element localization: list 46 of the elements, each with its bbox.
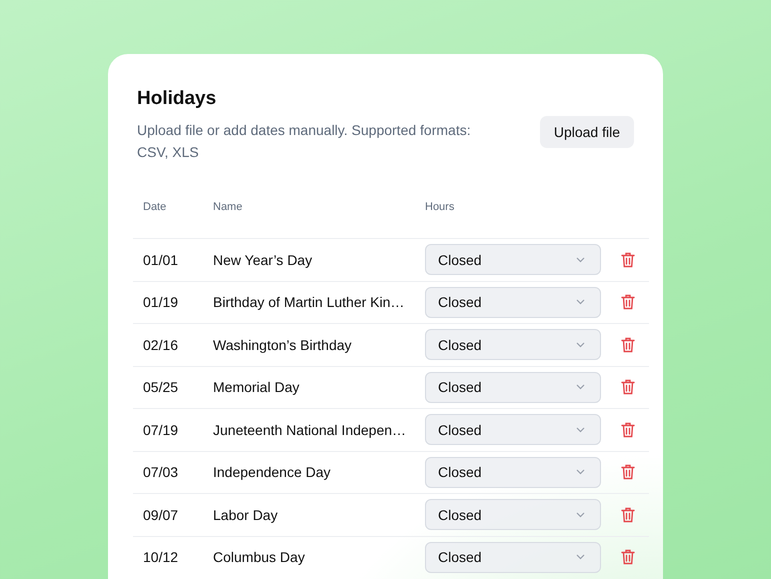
description-text: Upload file or add dates manually. Supported formats: CSV, XLS <box>137 121 472 162</box>
holiday-name-cell-text: Labor Day <box>213 506 279 523</box>
chevron-down-icon <box>576 256 585 263</box>
holiday-name-cell-text: Independence Day <box>213 464 332 480</box>
column-header: Name <box>213 201 244 213</box>
hours-dropdown[interactable]: Closed <box>425 372 601 403</box>
holiday-name-cell-text: Memorial Day <box>213 379 300 396</box>
chevron-down-icon <box>576 384 585 390</box>
trash-icon[interactable] <box>621 336 635 353</box>
chevron-down-icon <box>576 426 585 433</box>
date-cell-text: 07/19 <box>142 422 180 438</box>
holiday-name-cell-text: New Year’s Day <box>213 252 314 268</box>
holiday-name-cell-text: Columbus Day <box>213 549 306 566</box>
hours-dropdown[interactable]: Closed <box>425 329 601 360</box>
chevron-down-icon <box>576 342 585 348</box>
column-header: Date <box>142 201 168 213</box>
holiday-name-cell-text: Juneteenth National Indepen… <box>213 422 408 438</box>
hours-dropdown[interactable]: Closed <box>425 456 601 488</box>
chevron-down-icon <box>576 512 585 518</box>
column-header: Hours <box>425 201 454 213</box>
date-cell-text: 10/12 <box>142 549 180 566</box>
trash-icon[interactable] <box>621 549 635 566</box>
date-cell-text: 05/25 <box>142 379 180 396</box>
date-cell-text: 01/19 <box>142 294 180 310</box>
trash-icon[interactable] <box>621 422 635 438</box>
chevron-down-icon <box>576 299 585 306</box>
hours-dropdown[interactable]: Closed <box>425 542 601 573</box>
trash-icon[interactable] <box>621 464 635 480</box>
trash-icon[interactable] <box>621 379 635 396</box>
trash-icon[interactable] <box>621 506 635 523</box>
hours-dropdown[interactable]: Closed <box>425 414 601 446</box>
date-cell-text: 02/16 <box>142 336 180 353</box>
hours-dropdown[interactable]: Closed <box>425 244 601 276</box>
date-cell-text: 01/01 <box>142 252 180 268</box>
chevron-down-icon <box>576 554 585 560</box>
holiday-name-cell-text: Washington’s Birthday <box>213 336 353 353</box>
date-cell-text: 09/07 <box>142 506 180 523</box>
trash-icon[interactable] <box>621 294 635 310</box>
holiday-name-cell-text: Birthday of Martin Luther Kin… <box>213 294 406 310</box>
hours-dropdown[interactable]: Closed <box>425 286 601 318</box>
upload-file-button[interactable]: Upload file <box>540 116 634 148</box>
card-title: Holidays <box>137 87 218 111</box>
hours-dropdown[interactable]: Closed <box>425 499 601 530</box>
date-cell-text: 07/03 <box>142 464 180 480</box>
chevron-down-icon <box>576 469 585 476</box>
trash-icon[interactable] <box>621 252 635 268</box>
